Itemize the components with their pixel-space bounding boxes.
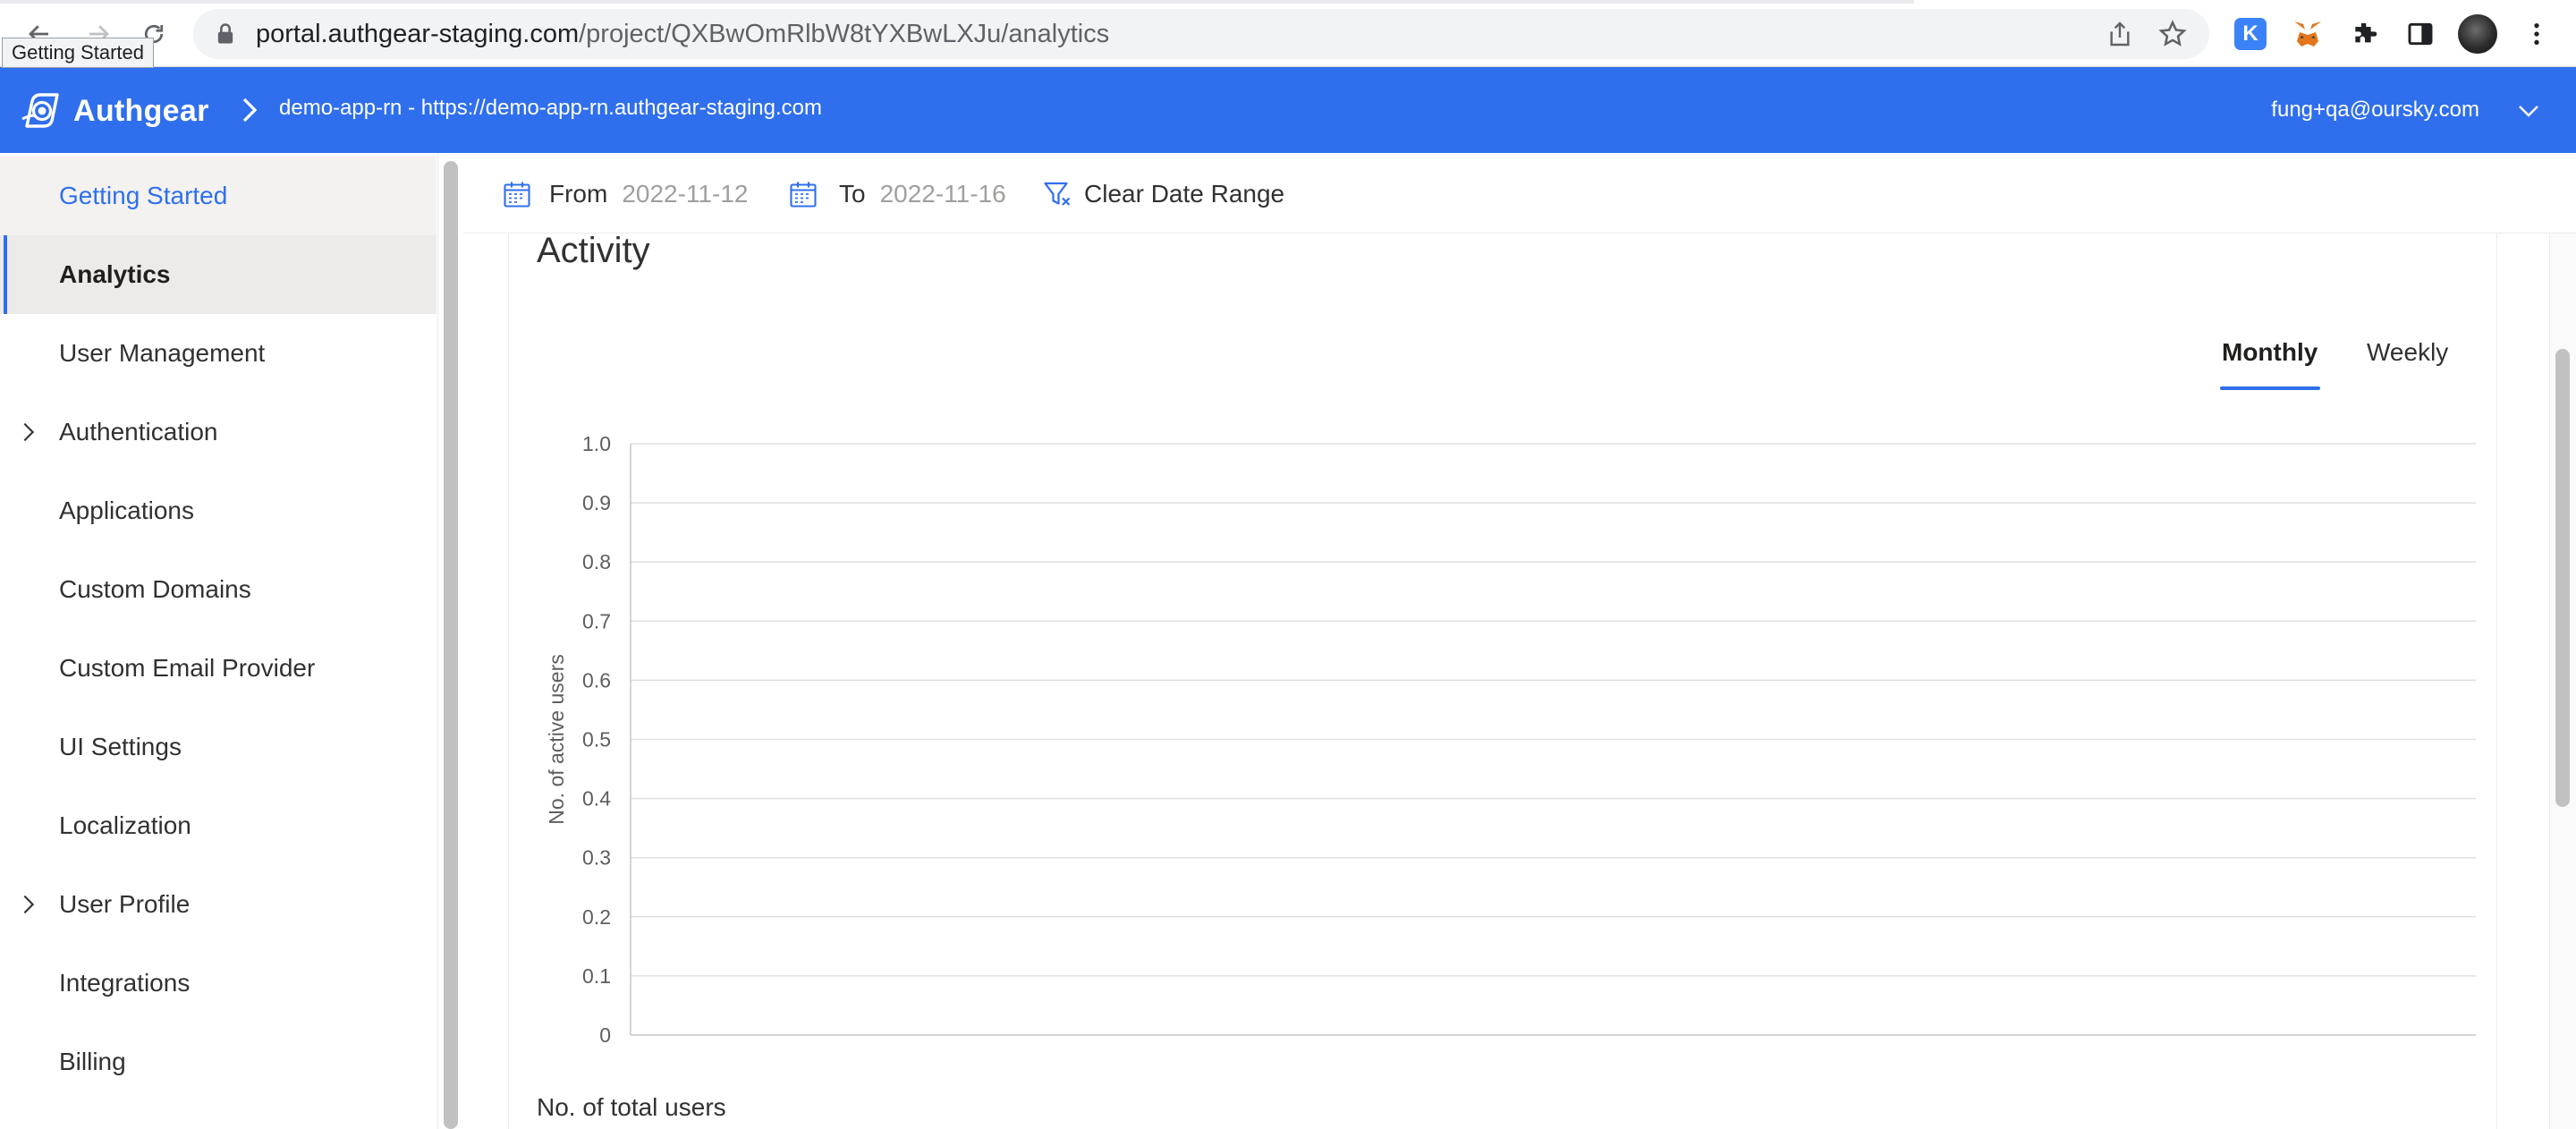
sidebar-scrollbar-thumb[interactable] [444, 161, 458, 1129]
share-icon[interactable] [2106, 20, 2134, 48]
app-header: Authgear demo-app-rn - https://demo-app-… [0, 67, 2576, 153]
sidebar-item-label: Custom Email Provider [59, 654, 316, 682]
clear-date-range-button[interactable]: Clear Date Range [1041, 176, 1284, 212]
from-date-value: 2022-11-12 [622, 180, 749, 208]
address-bar[interactable]: portal.authgear-staging.com/project/QXBw… [193, 9, 2209, 59]
page-load-indicator [0, 0, 1914, 4]
url-host: portal.authgear-staging.com [256, 19, 580, 48]
main-content: From 2022-11-12 To 2022-11-16 Clear Date… [463, 153, 2576, 1129]
calendar-icon [504, 182, 530, 208]
sidebar-item-localization[interactable]: Localization [0, 786, 436, 865]
main-scrollbar-thumb[interactable] [2555, 349, 2570, 807]
brand-logo[interactable]: Authgear [20, 89, 209, 133]
side-panel-icon[interactable] [2404, 18, 2436, 50]
breadcrumb-chevron-icon [242, 98, 258, 123]
sidebar-item-label: User Management [59, 339, 266, 367]
y-tick-label: 0.6 [582, 668, 611, 692]
sidebar-item-label: Analytics [59, 260, 171, 288]
chevron-right-icon[interactable] [18, 892, 39, 917]
puzzle-extensions-icon[interactable] [2349, 18, 2381, 50]
chevron-down-icon[interactable] [2515, 98, 2542, 124]
url-path: /project/QXBwOmRlbW8tYXBwLXJu/analytics [579, 19, 1110, 48]
tooltip: Getting Started [2, 38, 154, 68]
y-tick-label: 0.2 [582, 905, 611, 929]
y-tick-label: 0.4 [582, 787, 611, 811]
more-menu-icon[interactable] [2521, 18, 2553, 50]
sidebar-item-label: Integrations [59, 969, 191, 997]
y-tick-label: 0.5 [582, 728, 611, 751]
calendar-icon [790, 182, 817, 208]
sidebar-item-ui-settings[interactable]: UI Settings [0, 708, 436, 786]
total-users-label: No. of total users [537, 1093, 726, 1121]
browser-toolbar: Getting Started portal.authgear-staging.… [0, 0, 2576, 68]
tab-weekly[interactable]: Weekly [2367, 338, 2448, 367]
project-name[interactable]: demo-app-rn - https://demo-app-rn.authge… [279, 96, 822, 121]
clear-date-range-label: Clear Date Range [1084, 180, 1285, 208]
sidebar-item-custom-email-provider[interactable]: Custom Email Provider [0, 629, 436, 708]
sidebar-item-user-management[interactable]: User Management [0, 314, 436, 393]
sidebar-item-getting-started[interactable]: Getting Started [0, 157, 436, 235]
sidebar-item-billing[interactable]: Billing [0, 1023, 436, 1101]
from-date-picker[interactable]: From 2022-11-12 [501, 176, 748, 212]
bookmark-star-icon[interactable] [2157, 19, 2188, 49]
k-extension-icon[interactable]: K [2234, 18, 2267, 50]
sidebar-item-label: Applications [59, 497, 194, 524]
url-text[interactable]: portal.authgear-staging.com/project/QXBw… [256, 20, 1109, 49]
sidebar-item-authentication[interactable]: Authentication [0, 393, 436, 471]
sidebar-nav: Getting Started Analytics User Managemen… [0, 153, 438, 1129]
y-tick-label: 0 [599, 1023, 611, 1047]
from-label: From [549, 180, 608, 208]
activity-card [508, 233, 2497, 1129]
sidebar-item-label: User Profile [59, 890, 191, 918]
y-tick-label: 0.9 [582, 491, 611, 514]
lock-icon[interactable] [213, 21, 238, 47]
authgear-logo-icon [21, 93, 59, 128]
sidebar-item-label: Custom Domains [59, 575, 251, 603]
sidebar-item-label: Localization [59, 811, 191, 839]
sidebar-item-analytics[interactable]: Analytics [0, 235, 436, 314]
to-date-picker[interactable]: To 2022-11-16 [787, 176, 1006, 212]
sidebar-item-label: Billing [59, 1048, 126, 1075]
profile-avatar[interactable] [2458, 14, 2497, 54]
date-range-toolbar: From 2022-11-12 To 2022-11-16 Clear Date… [463, 153, 2576, 233]
sidebar-item-user-profile[interactable]: User Profile [0, 865, 436, 944]
to-date-value: 2022-11-16 [879, 180, 1006, 208]
sidebar-item-label: UI Settings [59, 733, 182, 760]
sidebar-item-label: Authentication [59, 418, 218, 446]
y-axis-label: No. of active users [545, 654, 568, 824]
sidebar-item-applications[interactable]: Applications [0, 471, 436, 550]
to-label: To [839, 180, 866, 208]
account-email[interactable]: fung+qa@oursky.com [2271, 98, 2479, 123]
clear-filter-icon [1044, 182, 1071, 206]
y-tick-label: 1.0 [582, 432, 611, 455]
y-tick-label: 0.1 [582, 964, 611, 988]
chevron-right-icon[interactable] [18, 420, 39, 445]
sidebar-item-integrations[interactable]: Integrations [0, 944, 436, 1023]
y-tick-label: 0.3 [582, 846, 611, 870]
y-tick-label: 0.8 [582, 550, 611, 573]
tab-monthly[interactable]: Monthly [2222, 338, 2318, 367]
y-tick-label: 0.7 [582, 609, 611, 632]
brand-name: Authgear [73, 93, 209, 128]
metamask-fox-icon[interactable] [2292, 18, 2324, 50]
activity-title: Activity [537, 231, 650, 270]
sidebar-item-label: Getting Started [59, 182, 228, 209]
selected-tab-indicator [2220, 386, 2320, 390]
sidebar-item-custom-domains[interactable]: Custom Domains [0, 550, 436, 629]
